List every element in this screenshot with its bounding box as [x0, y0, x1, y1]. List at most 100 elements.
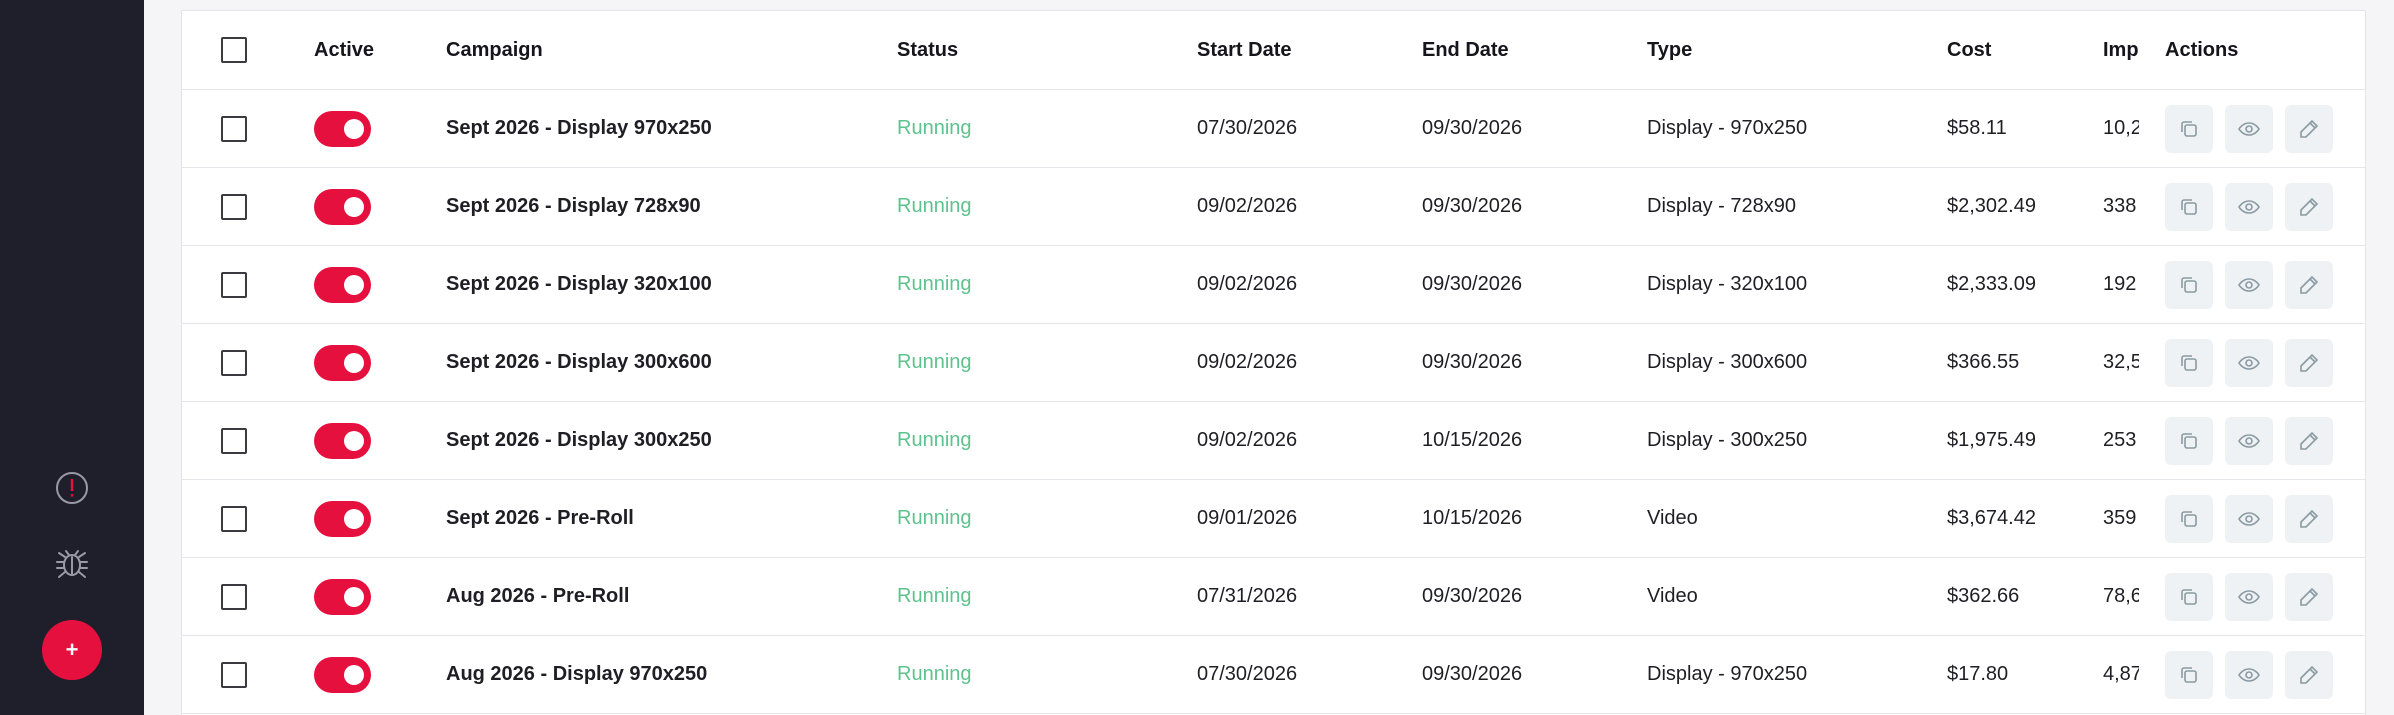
- alert-icon[interactable]: [54, 470, 90, 506]
- table-row[interactable]: Sept 2026 - Display 320x100 Running 09/02/…: [182, 246, 2365, 324]
- eye-button[interactable]: [2225, 338, 2273, 387]
- plus-icon: +: [65, 637, 79, 662]
- start-date: 09/01/2026: [1197, 507, 1298, 529]
- active-toggle[interactable]: [314, 422, 371, 459]
- eye-icon: [2237, 507, 2261, 531]
- edit-button[interactable]: [2285, 650, 2333, 699]
- edit-button[interactable]: [2285, 338, 2333, 387]
- campaign-type: Video: [1647, 585, 1698, 607]
- eye-button[interactable]: [2225, 416, 2273, 465]
- eye-button[interactable]: [2225, 260, 2273, 309]
- header-cost[interactable]: Cost: [1947, 11, 2097, 89]
- edit-button[interactable]: [2285, 416, 2333, 465]
- copy-button[interactable]: [2165, 494, 2213, 543]
- row-checkbox[interactable]: [221, 427, 247, 454]
- table-row[interactable]: Sept 2026 - Display 300x600 Running 09/02/…: [182, 324, 2365, 402]
- cost-value: $1,975.49: [1947, 429, 2036, 451]
- campaign-name[interactable]: Sept 2026 - Display 300x600: [446, 324, 886, 401]
- table-row[interactable]: Aug 2026 - Pre-Roll Running 07/31/2026 09/3…: [182, 558, 2365, 636]
- campaign-name[interactable]: Sept 2026 - Pre-Roll: [446, 480, 886, 557]
- status-text: Running: [897, 117, 972, 139]
- add-button[interactable]: +: [42, 620, 102, 680]
- header-start-date[interactable]: Start Date: [1197, 11, 1397, 89]
- impressions-value: 78,6: [2103, 585, 2139, 607]
- eye-button[interactable]: [2225, 494, 2273, 543]
- header-status[interactable]: Status: [897, 11, 1147, 89]
- row-actions: [2165, 636, 2365, 713]
- copy-icon: [2177, 351, 2201, 375]
- eye-button[interactable]: [2225, 650, 2273, 699]
- table-row[interactable]: Sept 2026 - Pre-Roll Running 09/01/2026 10/…: [182, 480, 2365, 558]
- start-date: 09/02/2026: [1197, 273, 1298, 295]
- edit-button[interactable]: [2285, 494, 2333, 543]
- eye-icon: [2237, 351, 2261, 375]
- table-row[interactable]: Aug 2026 - Display 970x250 Running 07/30/2…: [182, 636, 2365, 714]
- row-checkbox-cell: [221, 402, 251, 479]
- row-checkbox[interactable]: [221, 661, 247, 688]
- active-toggle[interactable]: [314, 578, 371, 615]
- campaign-name[interactable]: Sept 2026 - Display 300x250: [446, 402, 886, 479]
- edit-button[interactable]: [2285, 104, 2333, 153]
- header-campaign[interactable]: Campaign: [446, 11, 886, 89]
- eye-button[interactable]: [2225, 182, 2273, 231]
- impressions-value: 10,2: [2103, 117, 2139, 139]
- active-cell: [314, 168, 394, 245]
- row-checkbox[interactable]: [221, 115, 247, 142]
- select-all-checkbox[interactable]: [221, 37, 247, 63]
- header-type[interactable]: Type: [1647, 11, 1937, 89]
- edit-icon: [2297, 117, 2321, 141]
- header-active[interactable]: Active: [314, 11, 394, 89]
- copy-icon: [2177, 507, 2201, 531]
- edit-button[interactable]: [2285, 182, 2333, 231]
- active-toggle[interactable]: [314, 188, 371, 225]
- campaign-name[interactable]: Aug 2026 - Display 970x250: [446, 636, 886, 713]
- eye-icon: [2237, 117, 2261, 141]
- table-row[interactable]: Sept 2026 - Display 300x250 Running 09/02/…: [182, 402, 2365, 480]
- cost-value: $3,674.42: [1947, 507, 2036, 529]
- eye-button[interactable]: [2225, 104, 2273, 153]
- active-toggle[interactable]: [314, 500, 371, 537]
- row-checkbox[interactable]: [221, 349, 247, 376]
- copy-button[interactable]: [2165, 104, 2213, 153]
- row-checkbox[interactable]: [221, 583, 247, 610]
- status-text: Running: [897, 429, 972, 451]
- campaign-name[interactable]: Sept 2026 - Display 320x100: [446, 246, 886, 323]
- campaign-name[interactable]: Sept 2026 - Display 728x90: [446, 168, 886, 245]
- header-checkbox-cell: [221, 11, 251, 89]
- edit-icon: [2297, 585, 2321, 609]
- eye-button[interactable]: [2225, 572, 2273, 621]
- bug-icon[interactable]: [50, 540, 94, 582]
- campaign-type: Display - 728x90: [1647, 195, 1796, 217]
- row-actions: [2165, 480, 2365, 557]
- campaign-name[interactable]: Sept 2026 - Display 970x250: [446, 90, 886, 167]
- edit-button[interactable]: [2285, 572, 2333, 621]
- row-checkbox-cell: [221, 636, 251, 713]
- header-end-date[interactable]: End Date: [1422, 11, 1622, 89]
- table-header-row: Active Campaign Status Start Date End Date Ty…: [182, 11, 2365, 90]
- copy-button[interactable]: [2165, 572, 2213, 621]
- row-checkbox-cell: [221, 324, 251, 401]
- copy-button[interactable]: [2165, 416, 2213, 465]
- row-checkbox[interactable]: [221, 271, 247, 298]
- active-toggle[interactable]: [314, 344, 371, 381]
- row-actions: [2165, 402, 2365, 479]
- copy-button[interactable]: [2165, 260, 2213, 309]
- active-toggle[interactable]: [314, 110, 371, 147]
- status-text: Running: [897, 507, 972, 529]
- row-checkbox-cell: [221, 90, 251, 167]
- edit-button[interactable]: [2285, 260, 2333, 309]
- row-checkbox[interactable]: [221, 505, 247, 532]
- campaign-name[interactable]: Aug 2026 - Pre-Roll: [446, 558, 886, 635]
- active-toggle[interactable]: [314, 266, 371, 303]
- table-row[interactable]: Sept 2026 - Display 970x250 Running 07/30/…: [182, 90, 2365, 168]
- active-toggle[interactable]: [314, 656, 371, 693]
- copy-icon: [2177, 663, 2201, 687]
- header-actions[interactable]: Actions: [2165, 11, 2365, 89]
- copy-button[interactable]: [2165, 182, 2213, 231]
- copy-button[interactable]: [2165, 338, 2213, 387]
- table-row[interactable]: Sept 2026 - Display 728x90 Running 09/02/2…: [182, 168, 2365, 246]
- header-impressions[interactable]: Imp: [2103, 11, 2139, 89]
- copy-button[interactable]: [2165, 650, 2213, 699]
- row-checkbox[interactable]: [221, 193, 247, 220]
- eye-icon: [2237, 585, 2261, 609]
